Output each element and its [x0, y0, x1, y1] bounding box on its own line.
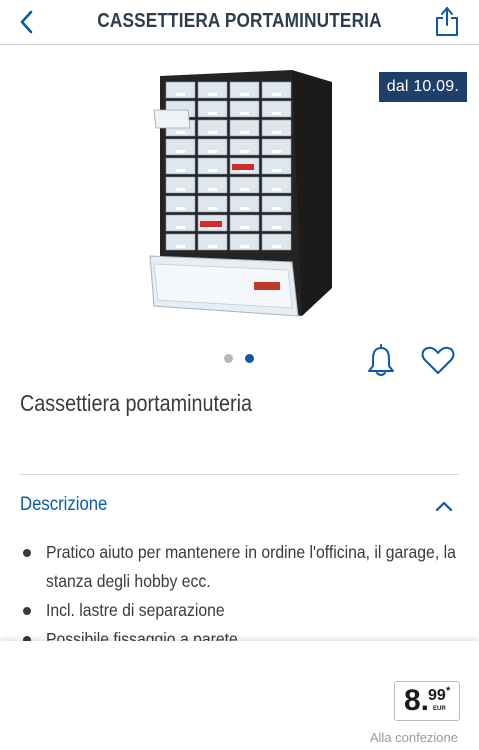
description-list: Pratico aiuto per mantenere in ordine l'…: [20, 538, 460, 654]
share-icon[interactable]: [434, 5, 460, 37]
product-image[interactable]: [142, 66, 338, 320]
bullet: [23, 549, 31, 557]
drawer-handle: [208, 245, 217, 248]
drawer-handle: [240, 93, 249, 96]
drawer-handle: [208, 93, 217, 96]
bullet: [23, 607, 31, 615]
drawer-handle: [208, 207, 217, 210]
chevron-up-icon[interactable]: [435, 500, 453, 512]
drawer-handle: [272, 112, 281, 115]
drawer-handle: [240, 226, 249, 229]
drawer-handle: [272, 93, 281, 96]
bell-icon[interactable]: [365, 343, 397, 377]
price-tag: 8. 99 * EUR: [394, 681, 460, 721]
drawer-handle: [272, 169, 281, 172]
date-badge: dal 10.09.: [378, 72, 467, 102]
drawer-handle: [208, 188, 217, 191]
drawer-handle: [208, 150, 217, 153]
drawer-handle: [176, 131, 185, 134]
drawer-handle: [240, 207, 249, 210]
price-currency: EUR: [433, 706, 446, 712]
drawer-handle: [272, 131, 281, 134]
drawer-handle: [176, 245, 185, 248]
list-item: Incl. lastre di separazione: [20, 596, 460, 625]
drawer-handle: [272, 188, 281, 191]
list-item: Pratico aiuto per mantenere in ordine l'…: [20, 538, 460, 596]
drawer-handle: [176, 188, 185, 191]
drawer-handle: [208, 131, 217, 134]
price-unit-label: Alla confezione: [369, 730, 458, 745]
drawer-handle: [240, 150, 249, 153]
product-title: Cassettiera portaminuteria: [20, 390, 252, 416]
drawer-handle: [240, 245, 249, 248]
carousel-dot[interactable]: [224, 354, 233, 363]
drawer-handle: [176, 207, 185, 210]
price-integer: 8.: [404, 684, 430, 717]
drawer-contents: [200, 221, 222, 227]
drawer-handle: [272, 207, 281, 210]
price-decimals: 99: [428, 687, 446, 704]
drawer-contents: [232, 164, 254, 170]
drawer-handle: [176, 150, 185, 153]
section-divider: [20, 474, 459, 475]
drawer-handle: [240, 112, 249, 115]
chevron-left-icon[interactable]: [16, 8, 38, 36]
drawer-handle: [240, 188, 249, 191]
carousel-dot-active[interactable]: [245, 354, 254, 363]
drawer-handle: [208, 112, 217, 115]
drawer-handle: [176, 169, 185, 172]
drawer-handle: [272, 226, 281, 229]
drawer-handle: [208, 169, 217, 172]
drawer-handle: [176, 93, 185, 96]
description-header[interactable]: Descrizione: [20, 494, 107, 516]
price-asterisk: *: [446, 685, 451, 697]
drawer-handle: [272, 150, 281, 153]
page-title: CASSETTIERA PORTAMINUTERIA: [97, 10, 382, 32]
top-navbar: CASSETTIERA PORTAMINUTERIA: [0, 0, 479, 45]
drawer-handle: [176, 226, 185, 229]
drawer-handle: [272, 245, 281, 248]
heart-icon[interactable]: [421, 345, 455, 375]
drawer-handle: [240, 131, 249, 134]
